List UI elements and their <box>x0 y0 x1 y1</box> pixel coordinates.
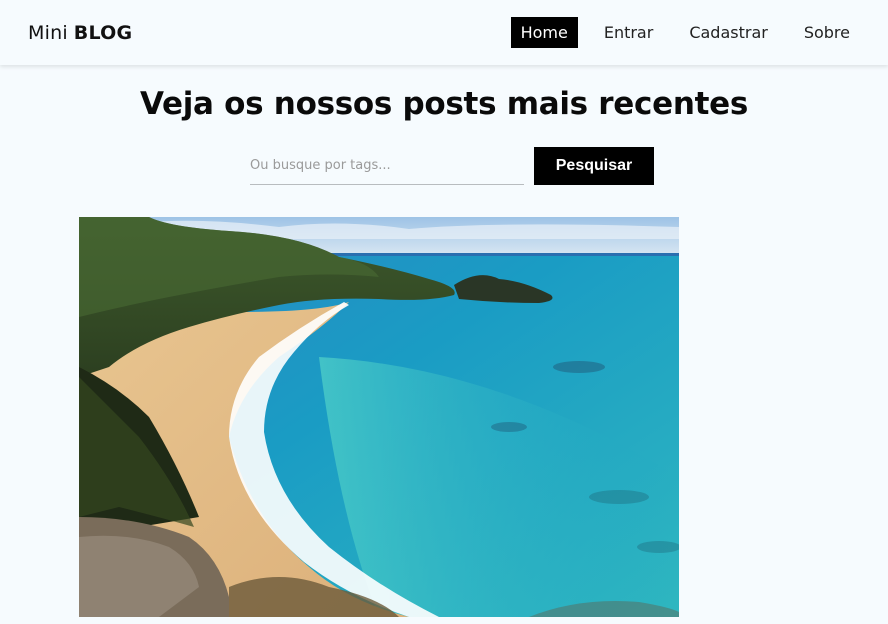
nav-home[interactable]: Home <box>510 17 578 48</box>
main-nav: Home Entrar Cadastrar Sobre <box>495 17 860 48</box>
navbar: Mini BLOG Home Entrar Cadastrar Sobre <box>0 0 888 65</box>
nav-cadastrar[interactable]: Cadastrar <box>679 17 778 48</box>
nav-entrar[interactable]: Entrar <box>594 17 663 48</box>
brand-logo[interactable]: Mini BLOG <box>28 22 132 44</box>
page-title: Veja os nossos posts mais recentes <box>140 86 748 122</box>
brand-light: Mini <box>28 21 68 44</box>
brand-bold: BLOG <box>73 21 133 44</box>
search-input[interactable] <box>250 147 524 183</box>
post-image[interactable] <box>79 217 679 617</box>
nav-sobre[interactable]: Sobre <box>794 17 860 48</box>
search-button[interactable]: Pesquisar <box>534 147 654 185</box>
beach-photo <box>79 217 679 617</box>
search-field <box>250 147 524 185</box>
